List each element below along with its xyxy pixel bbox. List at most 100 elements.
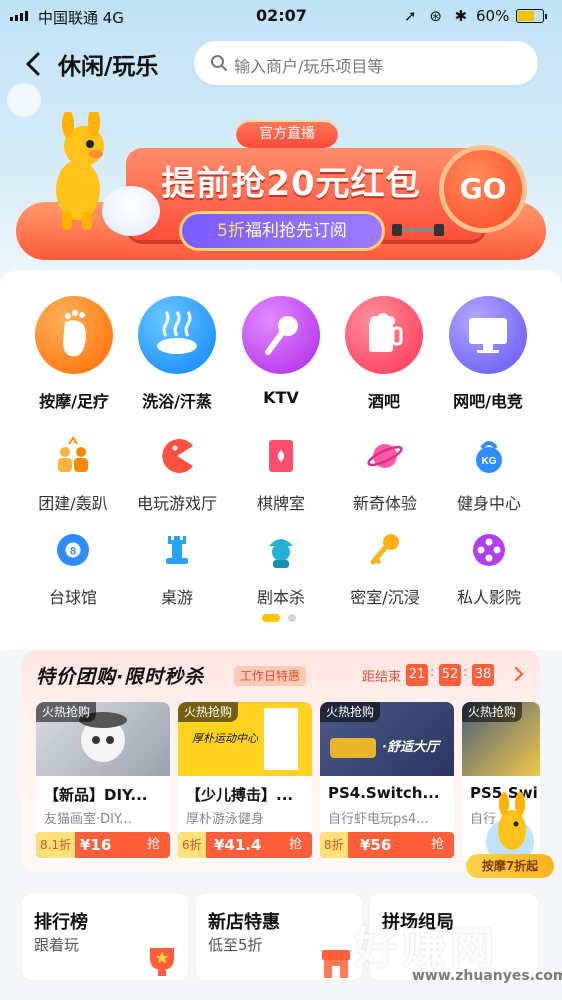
category-label: 健身中心 bbox=[456, 494, 521, 513]
category-label: 电玩游戏厅 bbox=[136, 494, 217, 513]
category-label: 棋牌室 bbox=[256, 494, 305, 513]
deal-discount: 6折 bbox=[178, 832, 206, 858]
search-icon bbox=[211, 55, 227, 71]
floating-promo[interactable]: 按摩7折起 bbox=[462, 790, 558, 880]
film-reel-icon bbox=[473, 534, 505, 566]
mascot-icon bbox=[486, 792, 534, 866]
flash-sale-title: 特价团购·限时秒杀 bbox=[36, 666, 205, 688]
category-escape-room[interactable]: 密室/沉浸 bbox=[331, 530, 439, 608]
grab-button[interactable]: 抢 bbox=[431, 832, 444, 858]
hot-badge: 火热抢购 bbox=[178, 702, 239, 722]
category-label: 密室/沉浸 bbox=[350, 588, 420, 607]
promo-label: 按摩7折起 bbox=[466, 854, 554, 878]
chess-rook-icon bbox=[166, 536, 188, 564]
category-board-games[interactable]: 桌游 bbox=[123, 530, 231, 608]
watermark-logo: 好赚网 bbox=[354, 923, 498, 974]
category-massage[interactable]: 按摩/足疗 bbox=[22, 296, 126, 412]
countdown-minutes: 52 bbox=[439, 664, 461, 686]
pill-text: 福利抢先订阅 bbox=[244, 221, 347, 241]
battery-icon bbox=[516, 9, 547, 23]
weekday-tag: 工作日特惠 bbox=[234, 666, 307, 686]
monitor-icon bbox=[449, 296, 527, 374]
deal-card[interactable]: 火热抢购 【新品】DIY... 友猫画室·DIY... 8.1折 ¥16 抢 bbox=[36, 702, 170, 862]
category-novel-experience[interactable]: 新奇体验 bbox=[331, 436, 439, 514]
deal-image-text: ·舒适大厅 bbox=[382, 740, 439, 755]
deal-price-bar[interactable]: 8.1折 ¥16 抢 bbox=[36, 832, 170, 858]
banner-tag: 官方直播 bbox=[236, 120, 338, 148]
deal-price-bar[interactable]: 8折 ¥56 抢 bbox=[320, 832, 454, 858]
category-label: 桌游 bbox=[160, 588, 193, 607]
key-icon bbox=[370, 534, 399, 565]
watermark-url: www.zhuanyes.com bbox=[412, 968, 562, 984]
category-fitness[interactable]: KG 健身中心 bbox=[435, 436, 543, 514]
deal-card[interactable]: 厚朴运动中心 火热抢购 【少儿搏击】... 厚朴游泳健身 6折 ¥41.4 抢 bbox=[178, 702, 312, 862]
back-arrow-icon[interactable] bbox=[22, 50, 46, 78]
microphone-icon bbox=[242, 296, 320, 374]
category-billiards[interactable]: 8 台球馆 bbox=[19, 530, 127, 608]
playing-card-icon bbox=[269, 440, 293, 472]
new-store-card[interactable]: 新店特惠 低至5折 bbox=[196, 894, 362, 980]
category-label: 私人影院 bbox=[456, 588, 521, 607]
deal-price: ¥41.4 bbox=[214, 836, 262, 854]
kettlebell-icon: KG bbox=[476, 441, 502, 473]
go-button[interactable]: GO bbox=[444, 150, 522, 228]
search-input[interactable]: 输入商户/玩乐项目等 bbox=[194, 41, 538, 85]
category-chess-room[interactable]: 棋牌室 bbox=[227, 436, 335, 514]
deal-discount: 8折 bbox=[320, 832, 348, 858]
category-private-cinema[interactable]: 私人影院 bbox=[435, 530, 543, 608]
status-bar: 中国联通 4G 02:07 ➚ ⊛ ✱ 60% bbox=[0, 0, 562, 34]
category-label: 网吧/电竞 bbox=[453, 392, 523, 411]
hot-badge: 火热抢购 bbox=[36, 702, 97, 722]
hot-badge: 火热抢购 bbox=[462, 702, 523, 722]
page-title: 休闲/玩乐 bbox=[58, 54, 159, 80]
promo-banner[interactable]: 官方直播 提前抢20元红包 5折福利抢先订阅 GO bbox=[16, 110, 546, 270]
search-placeholder: 输入商户/玩乐项目等 bbox=[234, 57, 384, 76]
hot-badge: 火热抢购 bbox=[320, 702, 381, 722]
category-label: 台球馆 bbox=[48, 588, 97, 607]
deal-card[interactable]: ·舒适大厅 火热抢购 PS4.Switch... 自行虾电玩ps4... 8折 … bbox=[320, 702, 454, 862]
grab-button[interactable]: 抢 bbox=[289, 832, 302, 858]
category-label: 团建/轰趴 bbox=[38, 494, 108, 513]
category-ktv[interactable]: KTV bbox=[229, 296, 333, 407]
beer-icon bbox=[345, 296, 423, 374]
category-internet-cafe[interactable]: 网吧/电竞 bbox=[436, 296, 540, 412]
banner-headline: 提前抢20元红包 bbox=[161, 164, 421, 204]
page-indicator[interactable] bbox=[262, 614, 302, 622]
kettlebell-text: KG bbox=[482, 456, 497, 467]
deal-price: ¥16 bbox=[80, 836, 112, 854]
deal-shop: 自行虾电玩ps4... bbox=[328, 812, 429, 827]
category-arcade[interactable]: 电玩游戏厅 bbox=[123, 436, 231, 514]
team-icon bbox=[58, 436, 88, 472]
planet-icon bbox=[367, 444, 403, 468]
deal-shop: 友猫画室·DIY... bbox=[44, 812, 132, 827]
deal-image-text: 厚朴运动中心 bbox=[192, 733, 258, 745]
category-label: KTV bbox=[263, 388, 299, 407]
category-label: 洗浴/汗蒸 bbox=[142, 392, 212, 411]
countdown-seconds: 38 bbox=[472, 664, 494, 686]
category-label: 按摩/足疗 bbox=[39, 392, 109, 411]
category-team-building[interactable]: 团建/轰趴 bbox=[19, 436, 127, 514]
card-title: 排行榜 bbox=[34, 912, 88, 933]
deal-price-bar[interactable]: 6折 ¥41.4 抢 bbox=[178, 832, 312, 858]
category-label: 新奇体验 bbox=[352, 494, 417, 513]
category-murder-mystery[interactable]: 剧本杀 bbox=[227, 530, 335, 608]
deal-price: ¥56 bbox=[360, 836, 392, 854]
card-subtitle: 跟着玩 bbox=[34, 936, 80, 954]
category-bath[interactable]: 洗浴/汗蒸 bbox=[125, 296, 229, 412]
subscribe-pill[interactable]: 5折福利抢先订阅 bbox=[182, 214, 382, 248]
category-label: 酒吧 bbox=[367, 392, 400, 411]
billiard-ball-icon: 8 bbox=[57, 534, 89, 566]
hot-spring-icon bbox=[138, 296, 216, 374]
deal-name: 【新品】DIY... bbox=[44, 786, 148, 804]
chevron-right-icon[interactable] bbox=[512, 664, 526, 684]
deal-discount: 8.1折 bbox=[36, 832, 76, 858]
ranking-card[interactable]: 排行榜 跟着玩 bbox=[22, 894, 188, 980]
ball-number: 8 bbox=[70, 546, 76, 558]
category-bar[interactable]: 酒吧 bbox=[332, 296, 436, 412]
foot-icon bbox=[35, 296, 113, 374]
card-subtitle: 低至5折 bbox=[208, 936, 263, 954]
category-label: 剧本杀 bbox=[256, 588, 305, 607]
pacman-icon bbox=[162, 439, 193, 473]
deal-name: 【少儿搏击】... bbox=[186, 786, 294, 804]
grab-button[interactable]: 抢 bbox=[147, 832, 160, 858]
